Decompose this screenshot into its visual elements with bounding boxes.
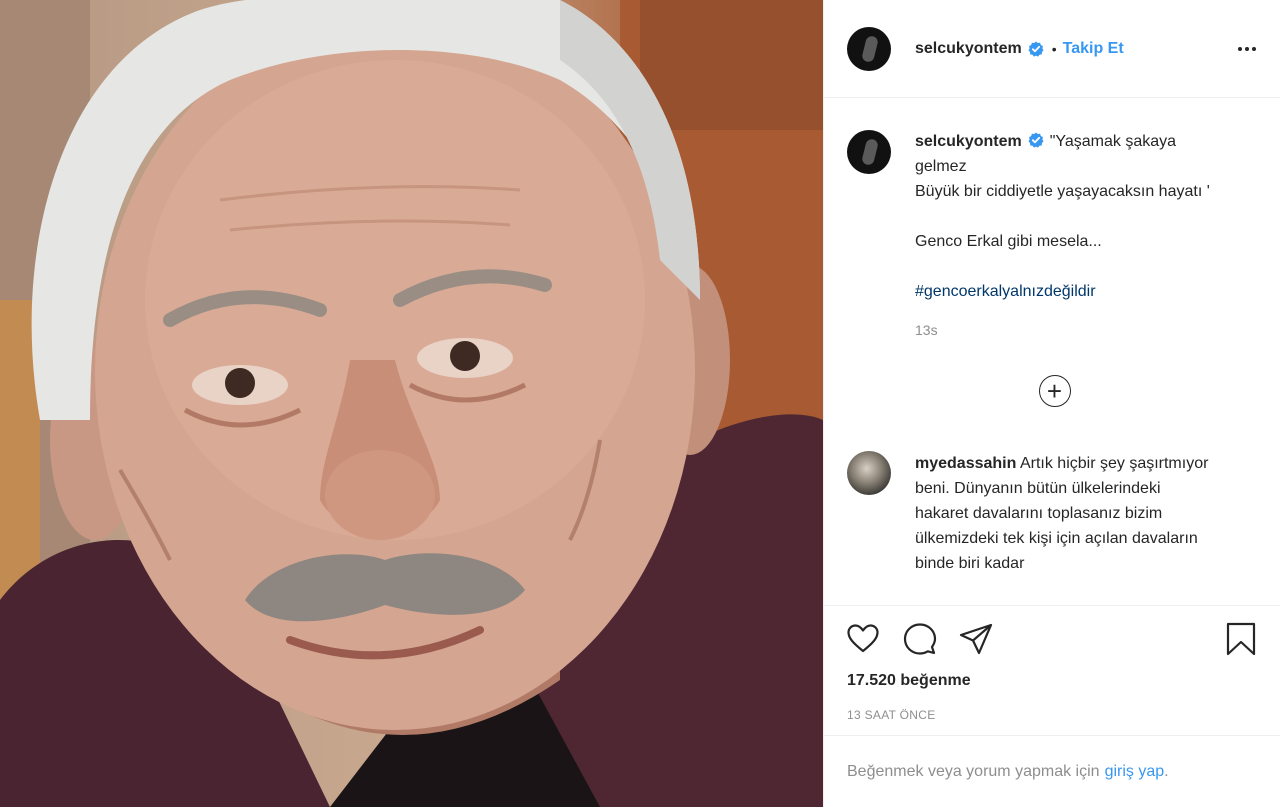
likes-count[interactable]: 17.520 beğenme [847, 672, 1256, 690]
caption-text: "Yaşamak şakaya gelmez Büyük bir ciddiye… [915, 133, 1210, 250]
heart-icon[interactable] [847, 621, 883, 657]
load-more-comments[interactable]: + [847, 375, 1256, 407]
verified-badge-icon [1028, 132, 1044, 148]
post-header: selcukyontem • Takip Et [824, 0, 1280, 98]
author-avatar[interactable] [847, 26, 891, 71]
post-timestamp[interactable]: 13 SAAT ÖNCE [847, 708, 1256, 722]
caption-item: selcukyontem "Yaşamak şakaya gelmez Büyük… [847, 129, 1256, 343]
instagram-post: selcukyontem • Takip Et selcukyontem "Yaş… [0, 0, 1280, 807]
comment-body: myedassahin Artık hiçbir şey şaşırtmıyor… [915, 451, 1215, 576]
bookmark-icon[interactable] [1226, 621, 1262, 657]
comment-username[interactable]: myedassahin [915, 455, 1016, 472]
author-username[interactable]: selcukyontem [915, 40, 1022, 58]
caption-time: 13s [915, 322, 938, 338]
share-icon[interactable] [959, 621, 995, 657]
caption-hashtag[interactable]: #gencoerkalyalnızdeğildir [915, 283, 1096, 300]
caption-avatar[interactable] [847, 130, 891, 174]
comment-icon[interactable] [903, 621, 939, 657]
action-icons [847, 606, 1256, 672]
separator-dot: • [1051, 40, 1057, 57]
login-prompt-text: Beğenmek veya yorum yapmak için [847, 762, 1100, 780]
commenter-avatar[interactable] [847, 451, 891, 495]
caption-body: selcukyontem "Yaşamak şakaya gelmez Büyük… [915, 129, 1215, 343]
plus-circle-icon[interactable]: + [1038, 375, 1071, 407]
login-prompt: Beğenmek veya yorum yapmak için giriş ya… [824, 735, 1280, 807]
caption-username[interactable]: selcukyontem [915, 133, 1022, 150]
comment-text: Artık hiçbir şey şaşırtmıyor beni. Dünya… [915, 455, 1209, 572]
comments-list[interactable]: selcukyontem "Yaşamak şakaya gelmez Büyük… [824, 99, 1280, 605]
more-icon[interactable] [1238, 46, 1256, 51]
post-photo[interactable] [0, 0, 823, 807]
comment-item: myedassahin Artık hiçbir şey şaşırtmıyor… [847, 451, 1256, 576]
login-link[interactable]: giriş yap [1105, 763, 1165, 781]
login-prompt-suffix: . [1164, 762, 1169, 780]
verified-badge-icon [1028, 41, 1044, 57]
portrait-illustration [0, 0, 823, 807]
follow-button[interactable]: Takip Et [1063, 40, 1124, 58]
post-side-panel: selcukyontem • Takip Et selcukyontem "Yaş… [823, 0, 1280, 807]
post-actions: 17.520 beğenme 13 SAAT ÖNCE [824, 605, 1280, 735]
